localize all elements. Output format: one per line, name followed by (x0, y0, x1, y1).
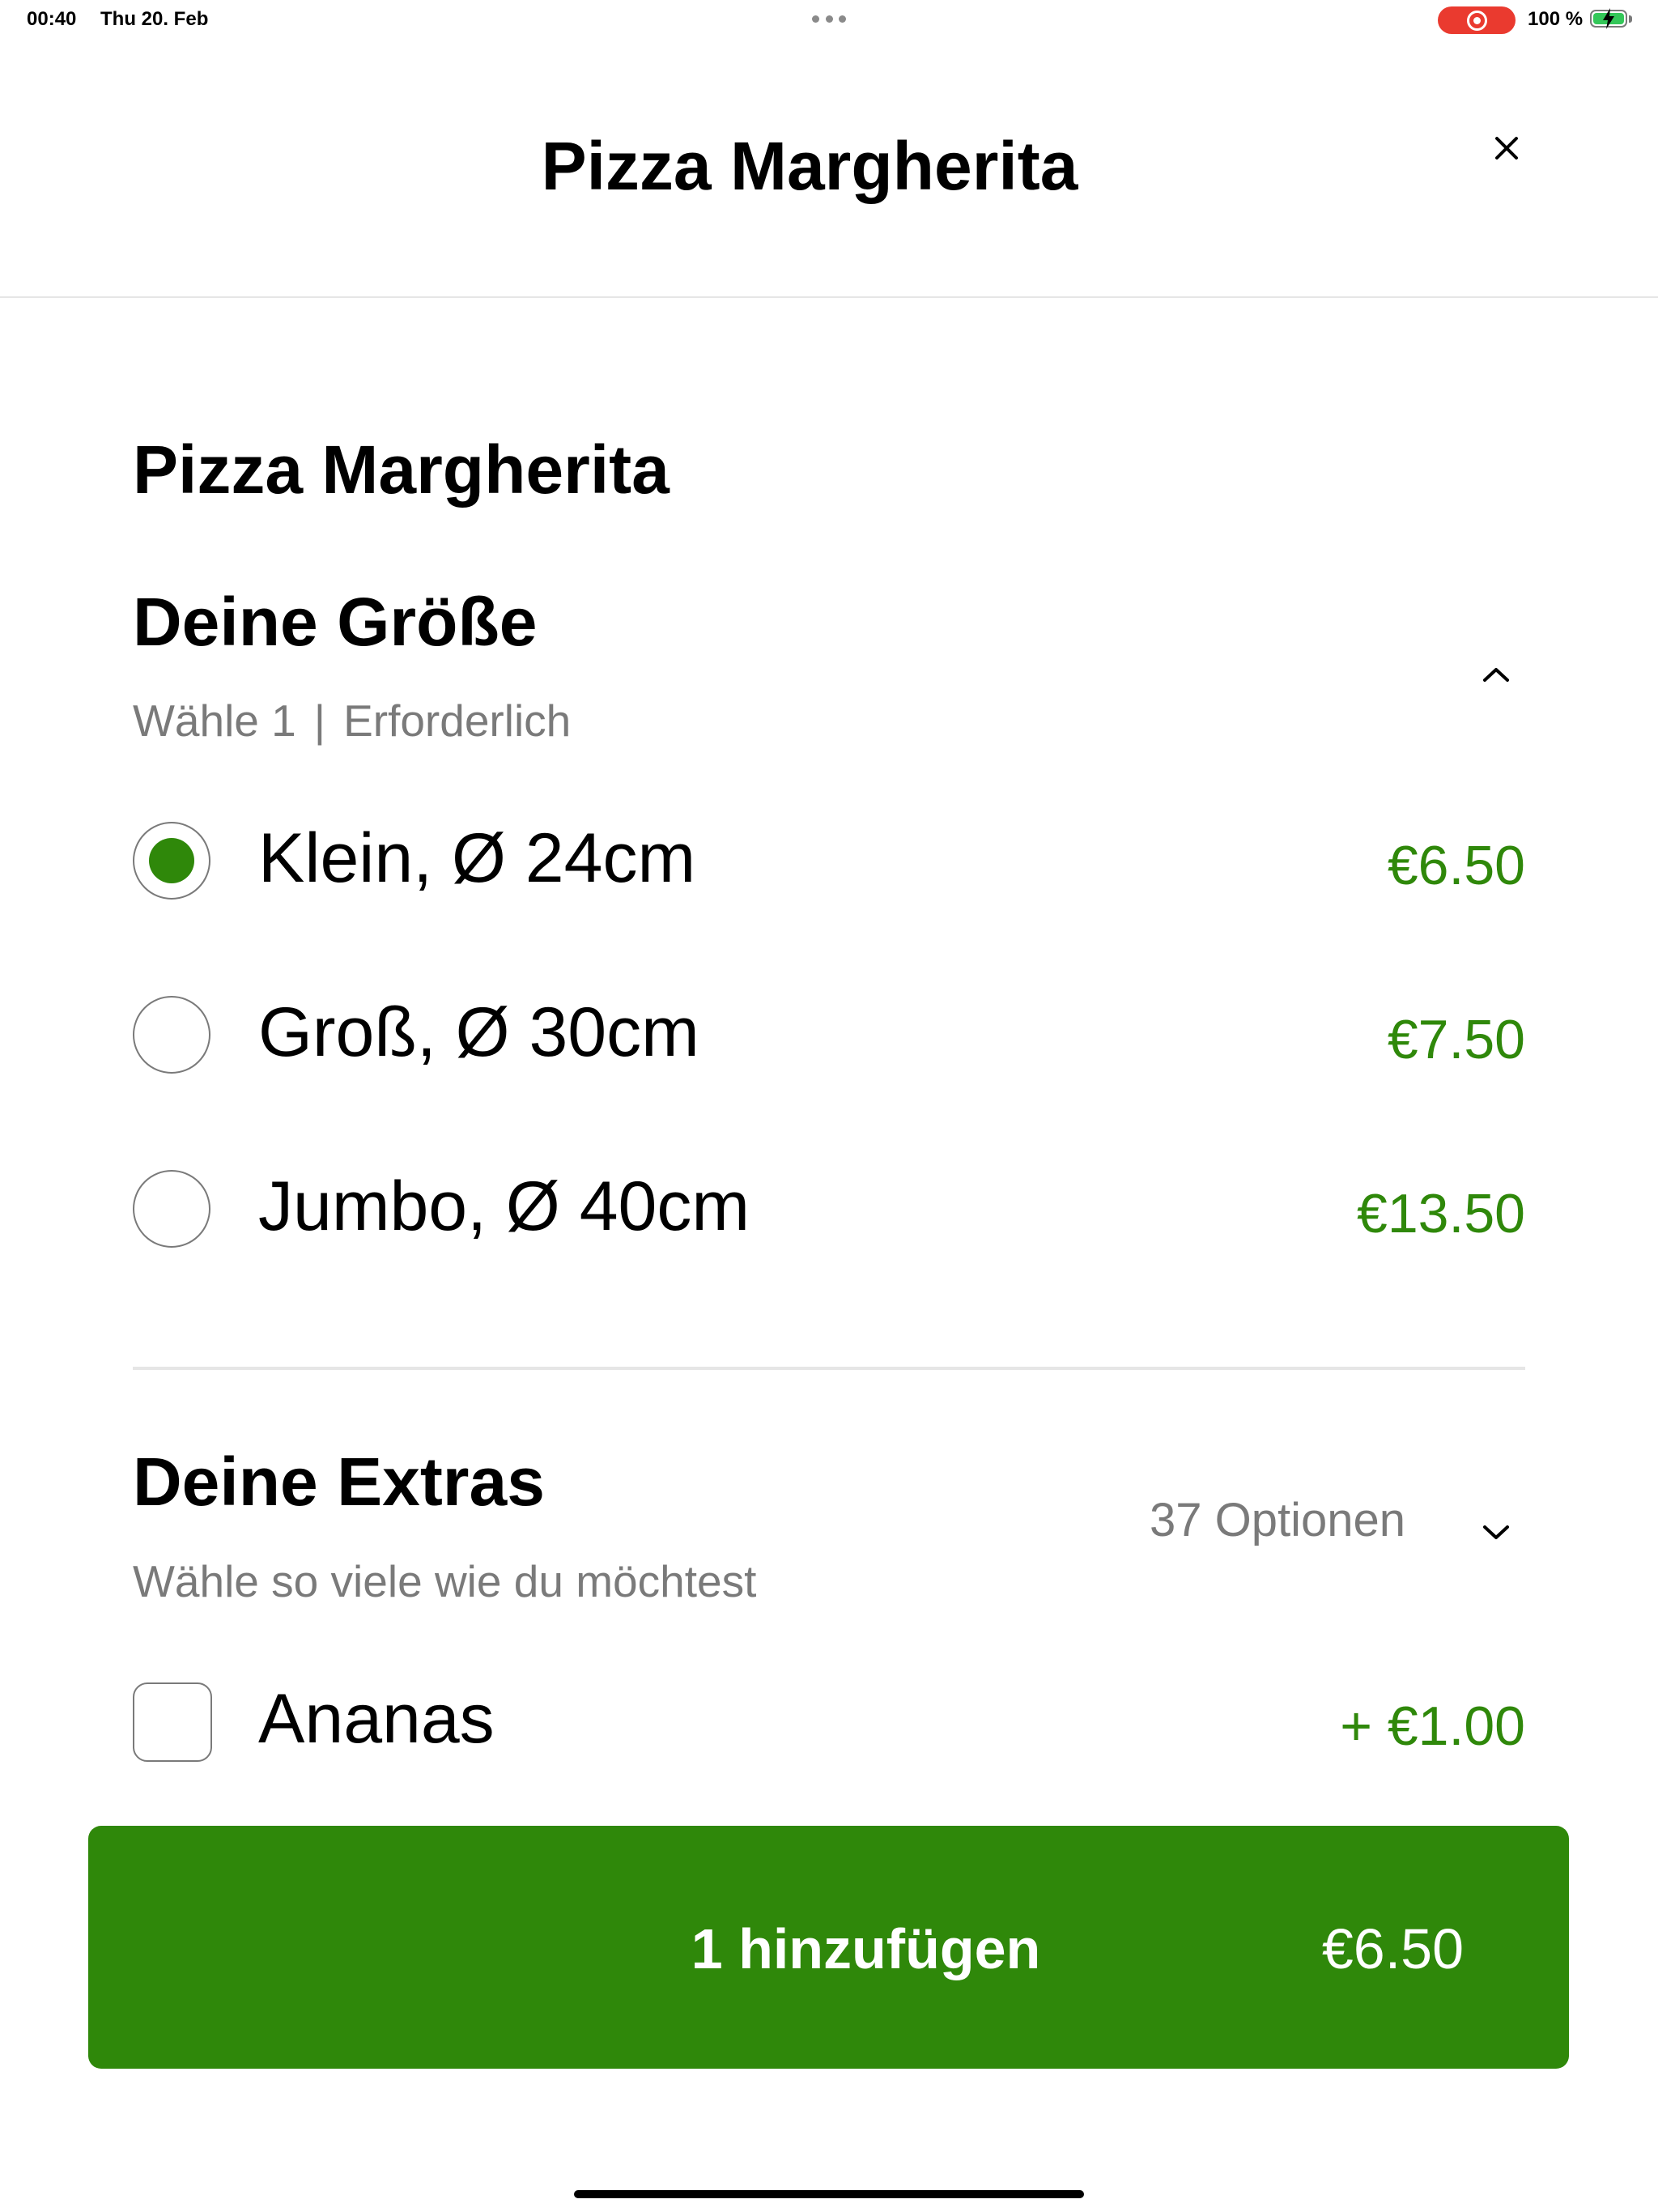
screen-recording-icon[interactable] (1438, 6, 1516, 34)
add-button-price: €6.50 (1321, 1917, 1464, 1980)
size-option-klein[interactable]: Klein, Ø 24cm €6.50 (133, 818, 1525, 907)
extras-section-subtitle: Wähle so viele wie du möchtest (133, 1556, 757, 1606)
extras-options-count: 37 Optionen (1149, 1494, 1405, 1546)
battery-icon (1590, 8, 1627, 29)
subtitle-separator: | (313, 696, 326, 746)
size-radio-klein[interactable] (133, 822, 210, 900)
extras-section-title: Deine Extras (133, 1444, 545, 1520)
extra-option-price: + €1.00 (1340, 1695, 1525, 1757)
required-label: Erforderlich (343, 696, 572, 746)
extras-section-toggle[interactable] (1478, 1520, 1514, 1544)
add-to-cart-button[interactable]: 1 hinzufügen €6.50 (88, 1826, 1569, 2069)
close-button[interactable] (1486, 128, 1527, 168)
size-option-gross[interactable]: Groß, Ø 30cm €7.50 (133, 992, 1525, 1081)
size-option-label: Klein, Ø 24cm (258, 819, 696, 897)
extra-checkbox-ananas[interactable] (133, 1682, 212, 1762)
close-icon (1495, 137, 1518, 160)
extra-option-label: Ananas (258, 1680, 495, 1758)
header-divider (0, 296, 1658, 298)
size-option-label: Jumbo, Ø 40cm (258, 1168, 750, 1245)
section-divider (133, 1367, 1525, 1370)
status-time: 00:40 (27, 8, 77, 30)
size-option-price: €6.50 (1387, 835, 1525, 896)
size-option-price: €7.50 (1387, 1009, 1525, 1070)
header-title: Pizza Margherita (541, 128, 1078, 204)
chevron-down-icon (1483, 1525, 1509, 1539)
size-option-price: €13.50 (1357, 1183, 1525, 1244)
status-bar: 00:40 Thu 20. Feb 100 % (0, 0, 1658, 39)
home-indicator[interactable] (574, 2190, 1084, 2198)
status-date: Thu 20. Feb (100, 8, 209, 30)
size-radio-gross[interactable] (133, 996, 210, 1074)
extra-option-ananas[interactable]: Ananas + €1.00 (133, 1678, 1525, 1767)
size-radio-jumbo[interactable] (133, 1170, 210, 1248)
product-title: Pizza Margherita (133, 432, 670, 508)
multitasking-dots-icon[interactable] (812, 15, 846, 23)
size-option-jumbo[interactable]: Jumbo, Ø 40cm €13.50 (133, 1166, 1525, 1255)
size-section-subtitle: Wähle 1 | Erforderlich (133, 692, 571, 749)
size-choose-count: Wähle 1 (133, 696, 296, 746)
size-section-toggle[interactable] (1478, 662, 1514, 687)
battery-cap (1629, 15, 1632, 23)
battery-percentage: 100 % (1528, 8, 1584, 30)
chevron-up-icon (1483, 668, 1509, 682)
size-section-title: Deine Größe (133, 584, 538, 660)
size-option-label: Groß, Ø 30cm (258, 993, 699, 1071)
